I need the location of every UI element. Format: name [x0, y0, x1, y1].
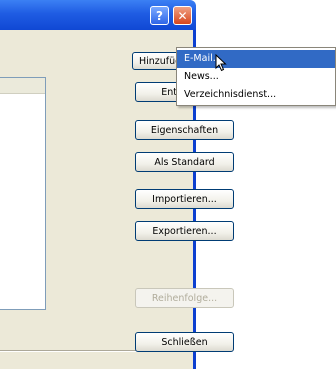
menu-item-news[interactable]: News...: [177, 68, 335, 86]
properties-button[interactable]: Eigenschaften: [135, 120, 234, 140]
import-button[interactable]: Importieren...: [135, 189, 234, 209]
help-icon[interactable]: ?: [150, 6, 169, 25]
accounts-list-header[interactable]: [0, 78, 45, 94]
order-button: Reihenfolge...: [135, 288, 234, 308]
accounts-dialog: Hinzufügen ▶ Entfernen Eigenschaften Als…: [0, 30, 234, 369]
add-submenu: E-Mail... News... Verzeichnisdienst...: [176, 47, 336, 106]
close-button[interactable]: Schließen: [135, 332, 234, 352]
window-titlebar: ? ✕: [0, 0, 196, 30]
menu-item-email[interactable]: E-Mail...: [177, 50, 335, 68]
set-default-button[interactable]: Als Standard: [135, 152, 234, 172]
close-icon[interactable]: ✕: [173, 6, 192, 25]
mouse-pointer-icon: [215, 54, 227, 72]
export-button[interactable]: Exportieren...: [135, 221, 234, 241]
accounts-list[interactable]: [0, 77, 46, 310]
menu-item-directory-service[interactable]: Verzeichnisdienst...: [177, 86, 335, 104]
